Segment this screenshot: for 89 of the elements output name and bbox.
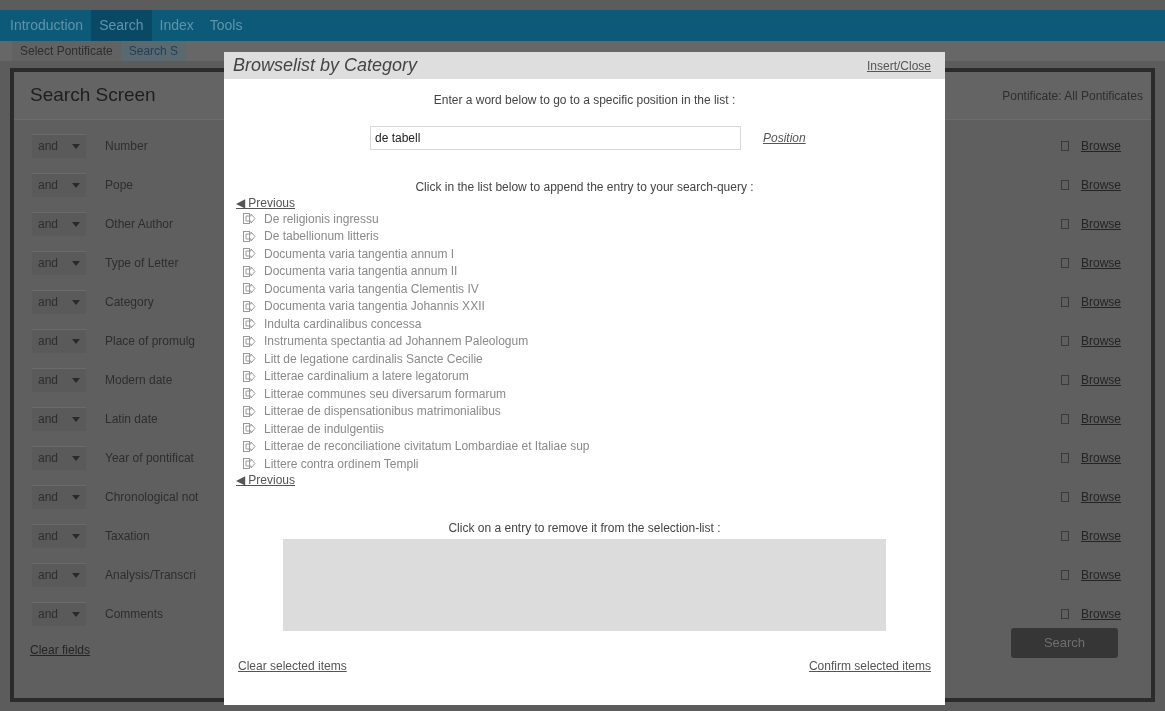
caret-icon	[72, 455, 80, 461]
document-arrow-icon	[243, 353, 256, 365]
checkbox-icon	[1061, 335, 1069, 346]
document-arrow-icon	[243, 423, 256, 435]
caret-icon	[72, 338, 80, 344]
caret-icon	[72, 221, 80, 227]
caret-icon	[72, 182, 80, 188]
checkbox-icon	[1061, 296, 1069, 307]
document-arrow-icon	[243, 230, 256, 242]
list-entry[interactable]: Instrumenta spectantia ad Johannem Paleologum	[236, 332, 529, 350]
checkbox-icon	[1061, 218, 1069, 229]
document-arrow-icon	[243, 388, 256, 400]
search-button[interactable]: Search	[1011, 628, 1118, 658]
checkbox-icon	[1061, 530, 1069, 541]
browse-link[interactable]: Browse	[1081, 175, 1121, 194]
list-entry[interactable]: Litterae cardinalium a latere legatorum	[236, 367, 469, 385]
browse-link[interactable]: Browse	[1081, 331, 1121, 350]
list-entry[interactable]: Indulta cardinalibus concessa	[236, 315, 422, 333]
browse-link[interactable]: Browse	[1081, 253, 1121, 272]
checkbox-icon	[1061, 374, 1069, 385]
caret-icon	[72, 416, 80, 422]
nav-tab[interactable]: Tools	[201, 10, 251, 41]
browse-link[interactable]: Browse	[1081, 292, 1121, 311]
list-entry[interactable]: Litterae de dispensationibus matrimonialibus	[236, 402, 501, 420]
checkbox-icon	[1061, 257, 1069, 268]
clear-fields-link[interactable]: Clear fields	[30, 641, 91, 659]
list-entry[interactable]: Litterae communes seu diversarum formarum	[236, 385, 507, 403]
checkbox-icon	[1061, 140, 1069, 151]
checkbox-icon	[1061, 452, 1069, 463]
list-entry[interactable]: Littere contra ordinem Templi	[236, 455, 419, 473]
position-link[interactable]: Position	[763, 129, 806, 147]
document-arrow-icon	[243, 405, 256, 417]
clear-selected-link[interactable]: Clear selected items	[238, 656, 347, 675]
list-entry[interactable]: Litt de legatione cardinalis Sancte Cecilie	[236, 350, 483, 368]
list-entry[interactable]: Documenta varia tangentia annum I	[236, 245, 455, 263]
browse-link[interactable]: Browse	[1081, 214, 1121, 233]
list-entry[interactable]: De tabellionum litteris	[236, 227, 379, 245]
caret-icon	[72, 260, 80, 266]
caret-icon	[72, 494, 80, 500]
document-arrow-icon	[243, 265, 256, 277]
document-arrow-icon	[243, 248, 256, 260]
checkbox-icon	[1061, 569, 1069, 580]
position-input[interactable]: de tabell	[370, 126, 741, 150]
document-arrow-icon	[243, 440, 256, 452]
caret-icon	[72, 572, 80, 578]
position-hint: Enter a word below to go to a specific position in the list :	[433, 92, 736, 109]
selection-list[interactable]	[283, 538, 886, 631]
list-entry[interactable]: Litterae de reconciliatione civitatum Lombardiae et Italiae sup	[236, 437, 590, 455]
list-entry[interactable]: Documenta varia tangentia annum II	[236, 262, 458, 280]
caret-icon	[72, 299, 80, 305]
selection-hint: Click on a entry to remove it from the selection-list :	[448, 519, 721, 537]
caret-icon	[72, 533, 80, 539]
checkbox-icon	[1061, 491, 1069, 502]
checkbox-icon	[1061, 413, 1069, 424]
caret-icon	[72, 143, 80, 149]
document-arrow-icon	[243, 283, 256, 295]
previous-link[interactable]: ◀ Previous	[236, 196, 296, 210]
browse-link[interactable]: Browse	[1081, 487, 1121, 506]
browse-link[interactable]: Browse	[1081, 604, 1121, 623]
list-entry[interactable]: Litterae de indulgentiis	[236, 420, 385, 438]
checkbox-icon	[1061, 179, 1069, 190]
browse-link[interactable]: Browse	[1081, 448, 1121, 467]
browse-link[interactable]: Browse	[1081, 526, 1121, 545]
dialog-title: Browselist by Category	[233, 54, 418, 77]
document-arrow-icon	[243, 458, 256, 470]
browse-link[interactable]: Browse	[1081, 370, 1121, 389]
browse-link[interactable]: Browse	[1081, 565, 1121, 584]
nav-tab[interactable]: Introduction	[2, 10, 92, 41]
list-entry[interactable]: Documenta varia tangentia Clementis IV	[236, 280, 479, 298]
insert-close-link[interactable]: Insert/Close	[866, 56, 931, 75]
confirm-selected-link[interactable]: Confirm selected items	[808, 656, 931, 675]
list-entry[interactable]: De religionis ingressu	[236, 210, 379, 228]
document-arrow-icon	[243, 318, 256, 330]
document-arrow-icon	[243, 370, 256, 382]
browse-link[interactable]: Browse	[1081, 136, 1121, 155]
previous-link[interactable]: ◀ Previous	[236, 472, 296, 487]
list-hint: Click in the list below to append the entry to your search-query :	[415, 179, 754, 196]
checkbox-icon	[1061, 608, 1069, 619]
nav-tab[interactable]: Search	[91, 10, 152, 41]
caret-icon	[72, 377, 80, 383]
caret-icon	[72, 611, 80, 617]
panel-title: Search Screen	[30, 83, 156, 108]
document-arrow-icon	[243, 213, 256, 225]
nav-tab[interactable]: Index	[151, 10, 202, 41]
list-entry[interactable]: Documenta varia tangentia Johannis XXII	[236, 297, 485, 315]
browse-link[interactable]: Browse	[1081, 409, 1121, 428]
document-arrow-icon	[243, 300, 256, 312]
document-arrow-icon	[243, 335, 256, 347]
sub-tab[interactable]: Search S	[120, 41, 187, 61]
